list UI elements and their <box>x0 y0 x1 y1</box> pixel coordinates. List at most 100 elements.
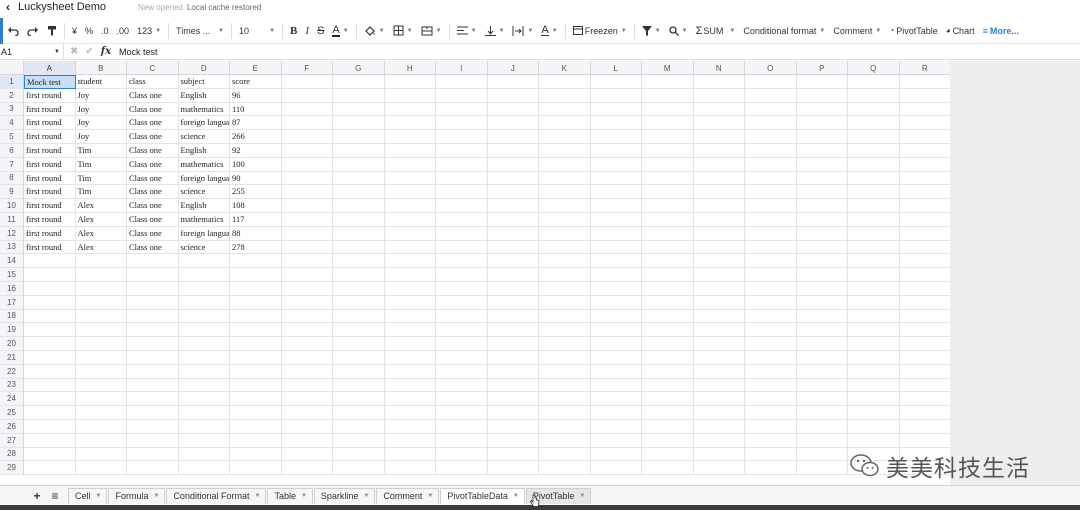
cell[interactable] <box>745 378 797 393</box>
cell[interactable] <box>384 419 436 434</box>
sheet-tab[interactable]: Comment ▼ <box>376 487 440 504</box>
cell[interactable] <box>590 378 642 393</box>
cell[interactable] <box>333 102 385 117</box>
cell[interactable] <box>642 268 694 282</box>
filter-button[interactable]: ▼ <box>638 20 665 42</box>
cell[interactable] <box>796 309 848 324</box>
cell[interactable] <box>539 447 591 462</box>
cell[interactable] <box>436 295 488 310</box>
cell[interactable] <box>436 185 488 200</box>
cell[interactable] <box>796 75 848 89</box>
cell[interactable] <box>333 323 385 338</box>
cell[interactable] <box>487 392 539 407</box>
font-size-dropdown[interactable]: 10 ▼ <box>235 20 279 42</box>
cell[interactable] <box>745 281 797 296</box>
cell[interactable]: Joy <box>75 116 127 131</box>
sheet-tab[interactable]: Table ▼ <box>267 487 313 504</box>
cell[interactable] <box>333 157 385 172</box>
cell[interactable] <box>384 447 436 462</box>
cell[interactable]: 110 <box>230 102 282 117</box>
cell[interactable] <box>642 364 694 379</box>
cell[interactable]: first round <box>24 88 76 103</box>
cell[interactable] <box>796 447 848 462</box>
cell[interactable] <box>899 254 951 269</box>
row-header[interactable]: 14 <box>0 254 23 269</box>
cell[interactable] <box>333 350 385 365</box>
cell[interactable] <box>539 461 591 476</box>
cell[interactable] <box>384 295 436 310</box>
cell[interactable] <box>848 295 900 310</box>
cell[interactable] <box>693 419 745 434</box>
cell[interactable] <box>693 268 745 282</box>
cell[interactable] <box>333 226 385 241</box>
cell[interactable] <box>848 116 900 131</box>
column-header[interactable]: N <box>694 61 745 75</box>
cell[interactable]: first round <box>24 157 76 172</box>
cell[interactable] <box>436 419 488 434</box>
cell[interactable] <box>796 433 848 448</box>
cell[interactable] <box>745 116 797 131</box>
cell[interactable] <box>693 295 745 310</box>
cell[interactable] <box>590 212 642 227</box>
italic-button[interactable]: I <box>301 20 313 42</box>
cell[interactable]: Class one <box>127 102 179 117</box>
cell[interactable] <box>75 419 127 434</box>
chevron-down-icon[interactable]: ▼ <box>363 493 369 499</box>
cell[interactable] <box>848 199 900 213</box>
currency-format-button[interactable]: ¥ <box>68 20 81 42</box>
cell[interactable]: English <box>178 199 230 213</box>
cell[interactable]: 255 <box>230 185 282 200</box>
cell[interactable] <box>487 102 539 117</box>
cell[interactable] <box>899 323 951 338</box>
cell[interactable] <box>642 309 694 324</box>
cell[interactable]: 88 <box>230 226 282 241</box>
chevron-down-icon[interactable]: ▼ <box>513 493 519 499</box>
cell[interactable]: student <box>75 75 127 89</box>
cell[interactable] <box>590 350 642 365</box>
cell[interactable] <box>539 199 591 213</box>
cell[interactable] <box>899 212 951 227</box>
cell[interactable] <box>899 295 951 310</box>
cell[interactable]: mathematics <box>178 102 230 117</box>
cell[interactable]: Class one <box>127 116 179 131</box>
cell[interactable] <box>487 143 539 158</box>
cell[interactable] <box>333 364 385 379</box>
chevron-down-icon[interactable]: ▼ <box>254 493 260 499</box>
cell[interactable] <box>24 337 76 351</box>
cell[interactable] <box>487 309 539 324</box>
cell[interactable] <box>75 378 127 393</box>
cell[interactable] <box>127 406 179 420</box>
cell[interactable]: first round <box>24 185 76 200</box>
cell[interactable] <box>642 350 694 365</box>
cell[interactable] <box>178 268 230 282</box>
row-header[interactable]: 7 <box>0 158 23 172</box>
cell[interactable] <box>745 171 797 186</box>
cell[interactable] <box>590 199 642 213</box>
cell[interactable]: Tim <box>75 157 127 172</box>
cell[interactable] <box>178 378 230 393</box>
confirm-icon[interactable]: ✔ <box>85 46 93 57</box>
cell[interactable] <box>590 268 642 282</box>
column-header[interactable]: A <box>24 61 76 75</box>
cell[interactable] <box>693 350 745 365</box>
cell[interactable] <box>436 337 488 351</box>
cell[interactable] <box>539 337 591 351</box>
cell[interactable] <box>75 392 127 407</box>
cell[interactable] <box>899 419 951 434</box>
border-button[interactable]: ▼ <box>389 20 417 42</box>
cell[interactable] <box>899 157 951 172</box>
cell[interactable] <box>384 157 436 172</box>
cell[interactable] <box>848 212 900 227</box>
cell[interactable]: science <box>178 130 230 144</box>
cell[interactable] <box>693 88 745 103</box>
cell[interactable] <box>693 281 745 296</box>
cell[interactable]: Class one <box>127 157 179 172</box>
cell[interactable] <box>333 378 385 393</box>
cell[interactable] <box>333 143 385 158</box>
cell[interactable] <box>333 116 385 131</box>
cell[interactable] <box>693 199 745 213</box>
cell-reference-box[interactable]: A1 ▼ <box>0 43 64 60</box>
cell[interactable] <box>539 240 591 255</box>
cell[interactable] <box>281 130 333 144</box>
cell[interactable] <box>384 350 436 365</box>
